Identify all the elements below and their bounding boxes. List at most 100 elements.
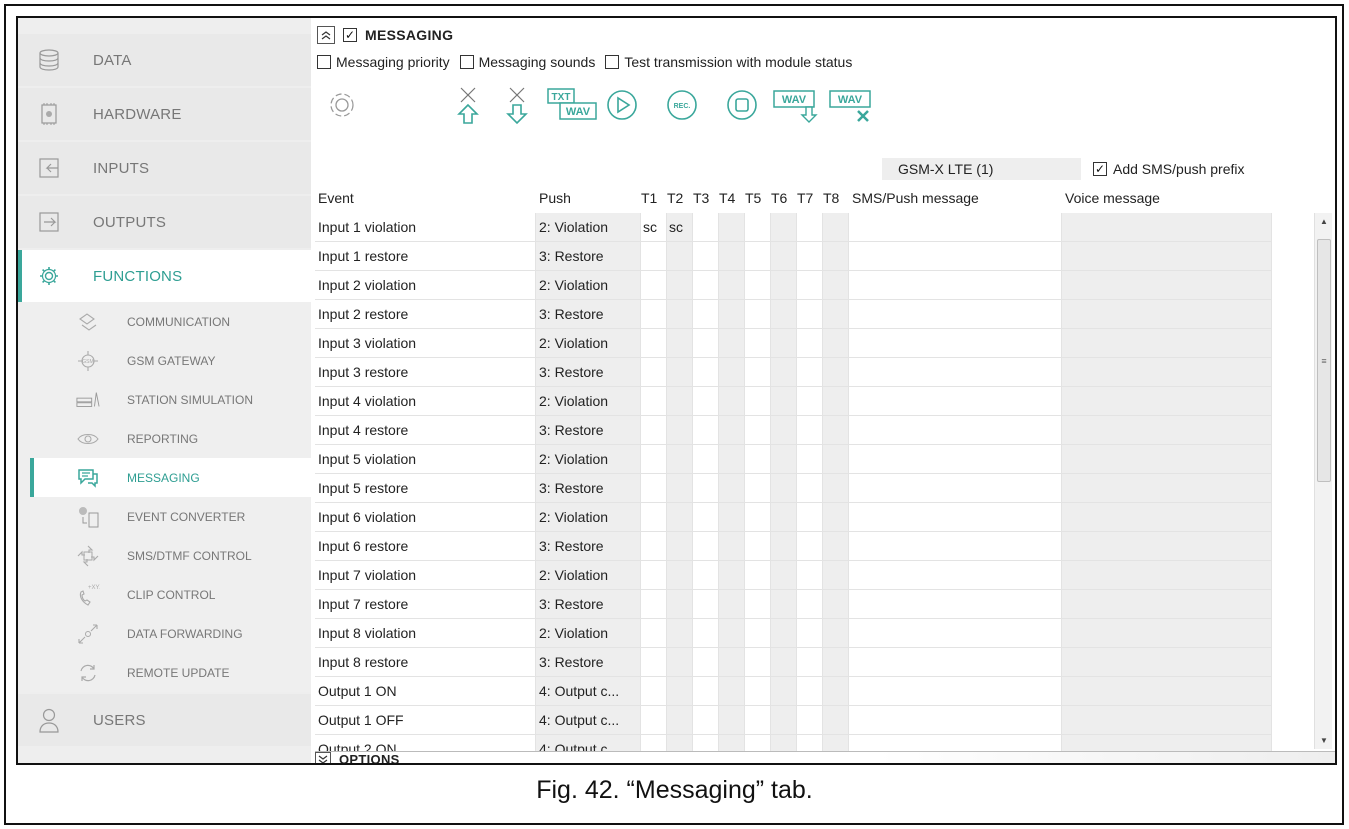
- phone-t7-cell[interactable]: [797, 300, 823, 329]
- sms-message-cell[interactable]: [849, 648, 1062, 677]
- table-row[interactable]: Input 3 violation 2: Violation: [315, 329, 1299, 358]
- phone-t5-cell[interactable]: [745, 590, 771, 619]
- push-cell[interactable]: 3: Restore: [536, 648, 641, 677]
- phone-t8-cell[interactable]: [823, 677, 849, 706]
- phone-t7-cell[interactable]: [797, 474, 823, 503]
- table-scrollbar[interactable]: ▲ ≡ ▼: [1314, 213, 1332, 749]
- phone-t2-cell[interactable]: [667, 706, 693, 735]
- phone-t3-cell[interactable]: [693, 387, 719, 416]
- sms-message-cell[interactable]: [849, 445, 1062, 474]
- phone-t6-cell[interactable]: [771, 561, 797, 590]
- table-row[interactable]: Input 4 restore 3: Restore: [315, 416, 1299, 445]
- sidebar-item-outputs[interactable]: OUTPUTS: [18, 196, 311, 248]
- push-cell[interactable]: 3: Restore: [536, 416, 641, 445]
- table-row[interactable]: Input 6 violation 2: Violation: [315, 503, 1299, 532]
- phone-t8-cell[interactable]: [823, 735, 849, 751]
- voice-message-cell[interactable]: [1062, 503, 1272, 532]
- phone-t4-cell[interactable]: [719, 648, 745, 677]
- event-cell[interactable]: Output 1 ON: [315, 677, 536, 706]
- phone-t6-cell[interactable]: [771, 474, 797, 503]
- event-cell[interactable]: Input 3 violation: [315, 329, 536, 358]
- phone-t2-cell[interactable]: [667, 735, 693, 751]
- phone-t5-cell[interactable]: [745, 677, 771, 706]
- event-cell[interactable]: Output 2 ON: [315, 735, 536, 751]
- event-cell[interactable]: Input 6 restore: [315, 532, 536, 561]
- phone-t8-cell[interactable]: [823, 561, 849, 590]
- phone-t7-cell[interactable]: [797, 648, 823, 677]
- phone-t2-cell[interactable]: [667, 271, 693, 300]
- phone-t1-cell[interactable]: [641, 358, 667, 387]
- phone-t2-cell[interactable]: [667, 329, 693, 358]
- phone-t1-cell[interactable]: [641, 648, 667, 677]
- phone-t3-cell[interactable]: [693, 619, 719, 648]
- sidebar-item-gsm-gateway[interactable]: GSM GSM GATEWAY: [30, 341, 311, 380]
- phone-t7-cell[interactable]: [797, 445, 823, 474]
- voice-message-cell[interactable]: [1062, 706, 1272, 735]
- phone-t5-cell[interactable]: [745, 503, 771, 532]
- phone-t4-cell[interactable]: [719, 271, 745, 300]
- sidebar-item-messaging[interactable]: MESSAGING: [30, 458, 311, 497]
- phone-t5-cell[interactable]: [745, 561, 771, 590]
- phone-t3-cell[interactable]: [693, 416, 719, 445]
- push-cell[interactable]: 2: Violation: [536, 213, 641, 242]
- phone-t5-cell[interactable]: [745, 213, 771, 242]
- phone-t7-cell[interactable]: [797, 590, 823, 619]
- phone-t1-cell[interactable]: [641, 735, 667, 751]
- phone-t3-cell[interactable]: [693, 532, 719, 561]
- phone-t2-cell[interactable]: [667, 677, 693, 706]
- phone-t7-cell[interactable]: [797, 706, 823, 735]
- add-prefix-checkbox[interactable]: ✓: [1093, 162, 1107, 176]
- event-cell[interactable]: Input 2 violation: [315, 271, 536, 300]
- messaging-sounds-checkbox[interactable]: [459, 55, 474, 69]
- phone-t6-cell[interactable]: [771, 387, 797, 416]
- event-cell[interactable]: Input 6 violation: [315, 503, 536, 532]
- phone-t5-cell[interactable]: [745, 358, 771, 387]
- phone-t3-cell[interactable]: [693, 706, 719, 735]
- phone-t7-cell[interactable]: [797, 416, 823, 445]
- voice-message-cell[interactable]: [1062, 271, 1272, 300]
- phone-t6-cell[interactable]: [771, 358, 797, 387]
- phone-t4-cell[interactable]: [719, 474, 745, 503]
- phone-t3-cell[interactable]: [693, 300, 719, 329]
- voice-message-cell[interactable]: [1062, 561, 1272, 590]
- phone-t5-cell[interactable]: [745, 387, 771, 416]
- push-cell[interactable]: 2: Violation: [536, 445, 641, 474]
- sidebar-item-hardware[interactable]: HARDWARE: [18, 88, 311, 140]
- phone-t2-cell[interactable]: [667, 532, 693, 561]
- sidebar-item-sms-dtmf-control[interactable]: SMS/DTMF CONTROL: [30, 536, 311, 575]
- event-cell[interactable]: Input 4 violation: [315, 387, 536, 416]
- phone-t5-cell[interactable]: [745, 532, 771, 561]
- phone-t3-cell[interactable]: [693, 735, 719, 751]
- sms-message-cell[interactable]: [849, 735, 1062, 751]
- test-transmission-checkbox[interactable]: [605, 55, 620, 69]
- phone-t7-cell[interactable]: [797, 213, 823, 242]
- phone-t3-cell[interactable]: [693, 503, 719, 532]
- phone-t4-cell[interactable]: [719, 416, 745, 445]
- phone-t2-cell[interactable]: [667, 474, 693, 503]
- voice-message-cell[interactable]: [1062, 532, 1272, 561]
- phone-t1-cell[interactable]: [641, 706, 667, 735]
- phone-t4-cell[interactable]: [719, 735, 745, 751]
- table-row[interactable]: Input 8 violation 2: Violation: [315, 619, 1299, 648]
- phone-t1-cell[interactable]: [641, 590, 667, 619]
- play-icon[interactable]: [601, 84, 643, 126]
- phone-t7-cell[interactable]: [797, 242, 823, 271]
- push-cell[interactable]: 3: Restore: [536, 590, 641, 619]
- push-cell[interactable]: 2: Violation: [536, 619, 641, 648]
- phone-t5-cell[interactable]: [745, 329, 771, 358]
- phone-t5-cell[interactable]: [745, 474, 771, 503]
- messaging-sounds-option[interactable]: Messaging sounds: [459, 54, 595, 70]
- voice-message-cell[interactable]: [1062, 648, 1272, 677]
- sms-message-cell[interactable]: [849, 242, 1062, 271]
- phone-t4-cell[interactable]: [719, 706, 745, 735]
- phone-t6-cell[interactable]: [771, 213, 797, 242]
- sms-message-cell[interactable]: [849, 271, 1062, 300]
- wav-delete-icon[interactable]: WAV: [827, 84, 881, 126]
- table-row[interactable]: Output 1 OFF 4: Output c...: [315, 706, 1299, 735]
- expand-section-button[interactable]: [315, 752, 331, 763]
- phone-t7-cell[interactable]: [797, 503, 823, 532]
- phone-t5-cell[interactable]: [745, 416, 771, 445]
- phone-t8-cell[interactable]: [823, 416, 849, 445]
- voice-message-cell[interactable]: [1062, 213, 1272, 242]
- phone-t8-cell[interactable]: [823, 271, 849, 300]
